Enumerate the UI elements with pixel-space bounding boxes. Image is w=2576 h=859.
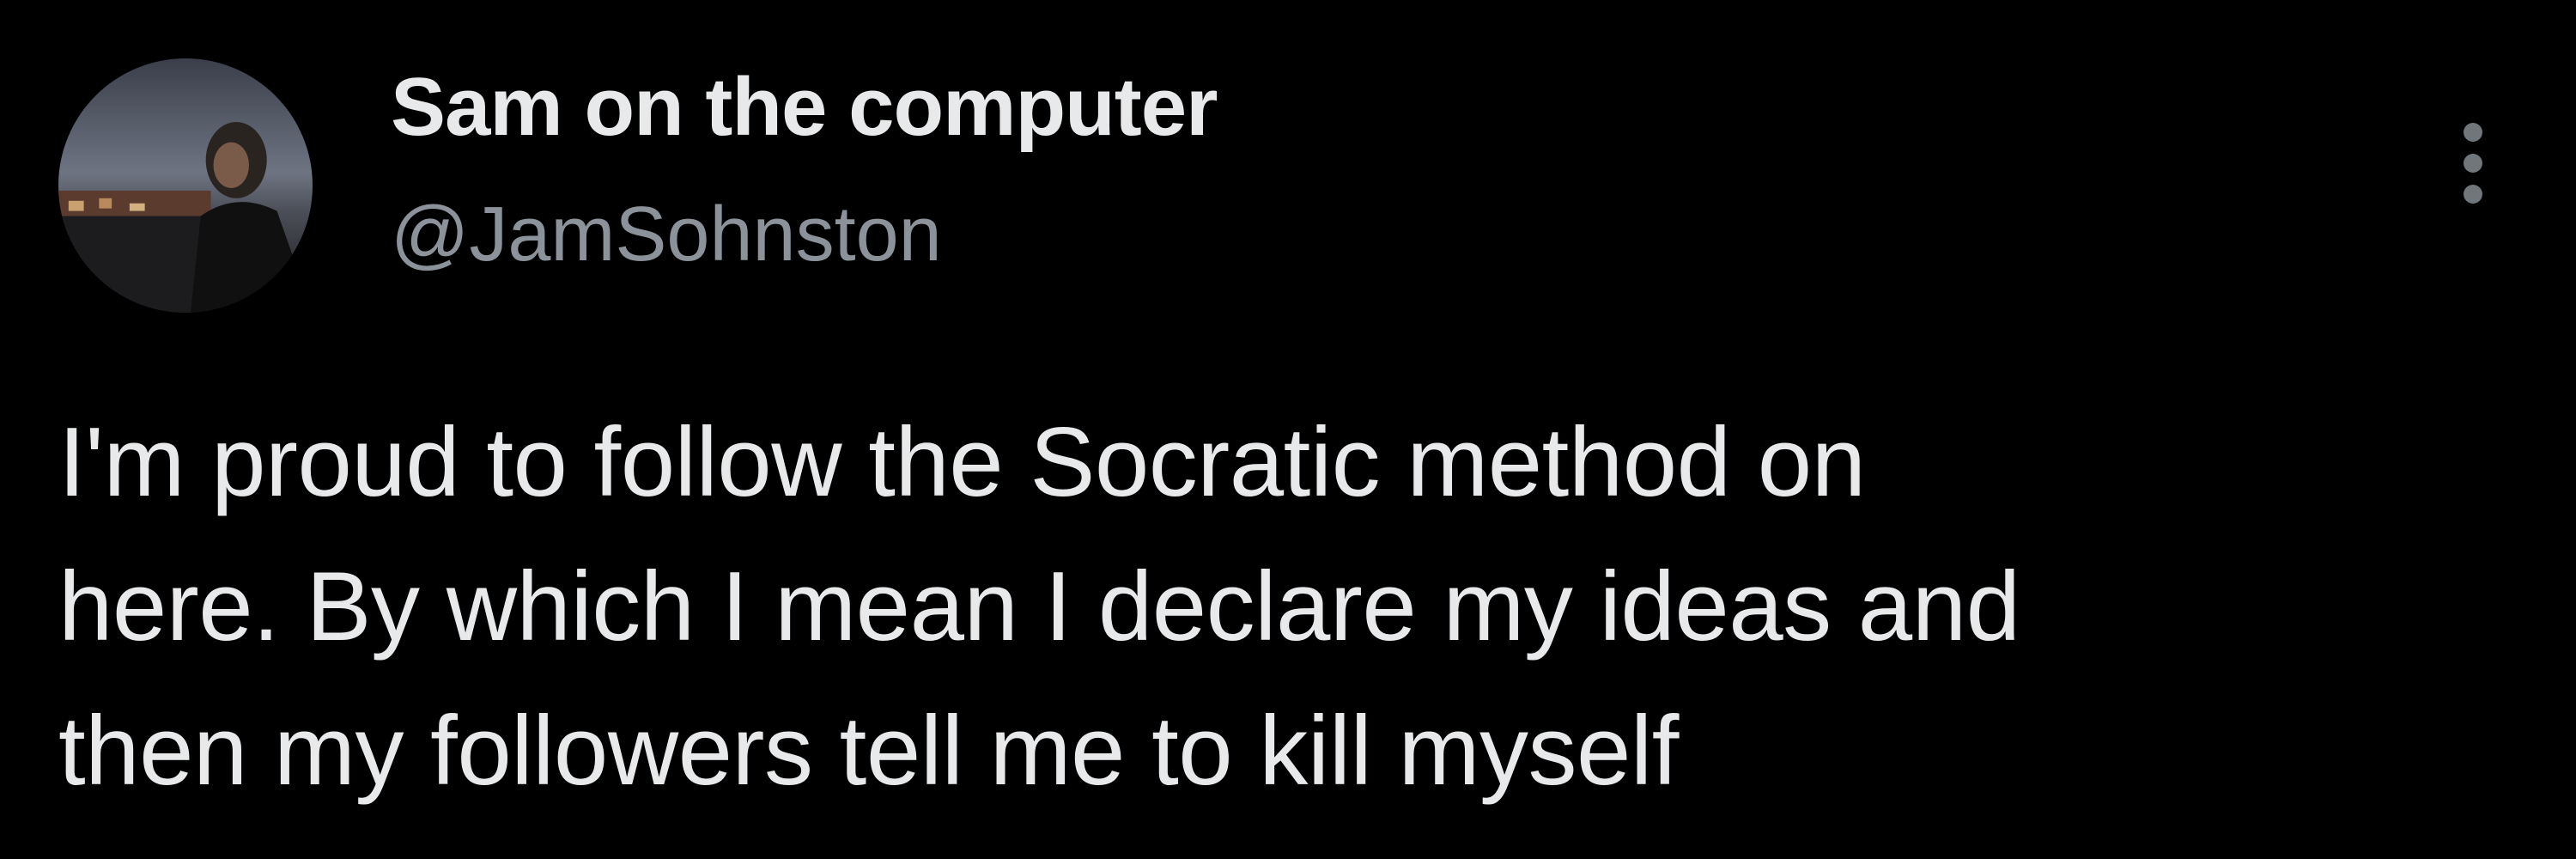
tweet-text: I'm proud to follow the Socratic method … (58, 391, 2514, 824)
tweet-text-line: then my followers tell me to kill myself (58, 697, 1679, 806)
avatar[interactable] (58, 58, 313, 313)
more-vertical-icon (2464, 123, 2482, 142)
more-vertical-icon-dot (2464, 185, 2482, 204)
tweet-text-line: here. By which I mean I declare my ideas… (58, 552, 2020, 661)
tweet-text-line: I'm proud to follow the Socratic method … (58, 408, 1866, 517)
more-vertical-icon-dot (2464, 154, 2482, 173)
display-name[interactable]: Sam on the computer (391, 62, 1218, 153)
more-options-button[interactable] (2439, 112, 2507, 215)
user-handle[interactable]: @JamSohnston (391, 192, 942, 277)
avatar-photo-icon (58, 58, 313, 313)
tweet-card: Sam on the computer @JamSohnston I'm pro… (0, 0, 2576, 859)
